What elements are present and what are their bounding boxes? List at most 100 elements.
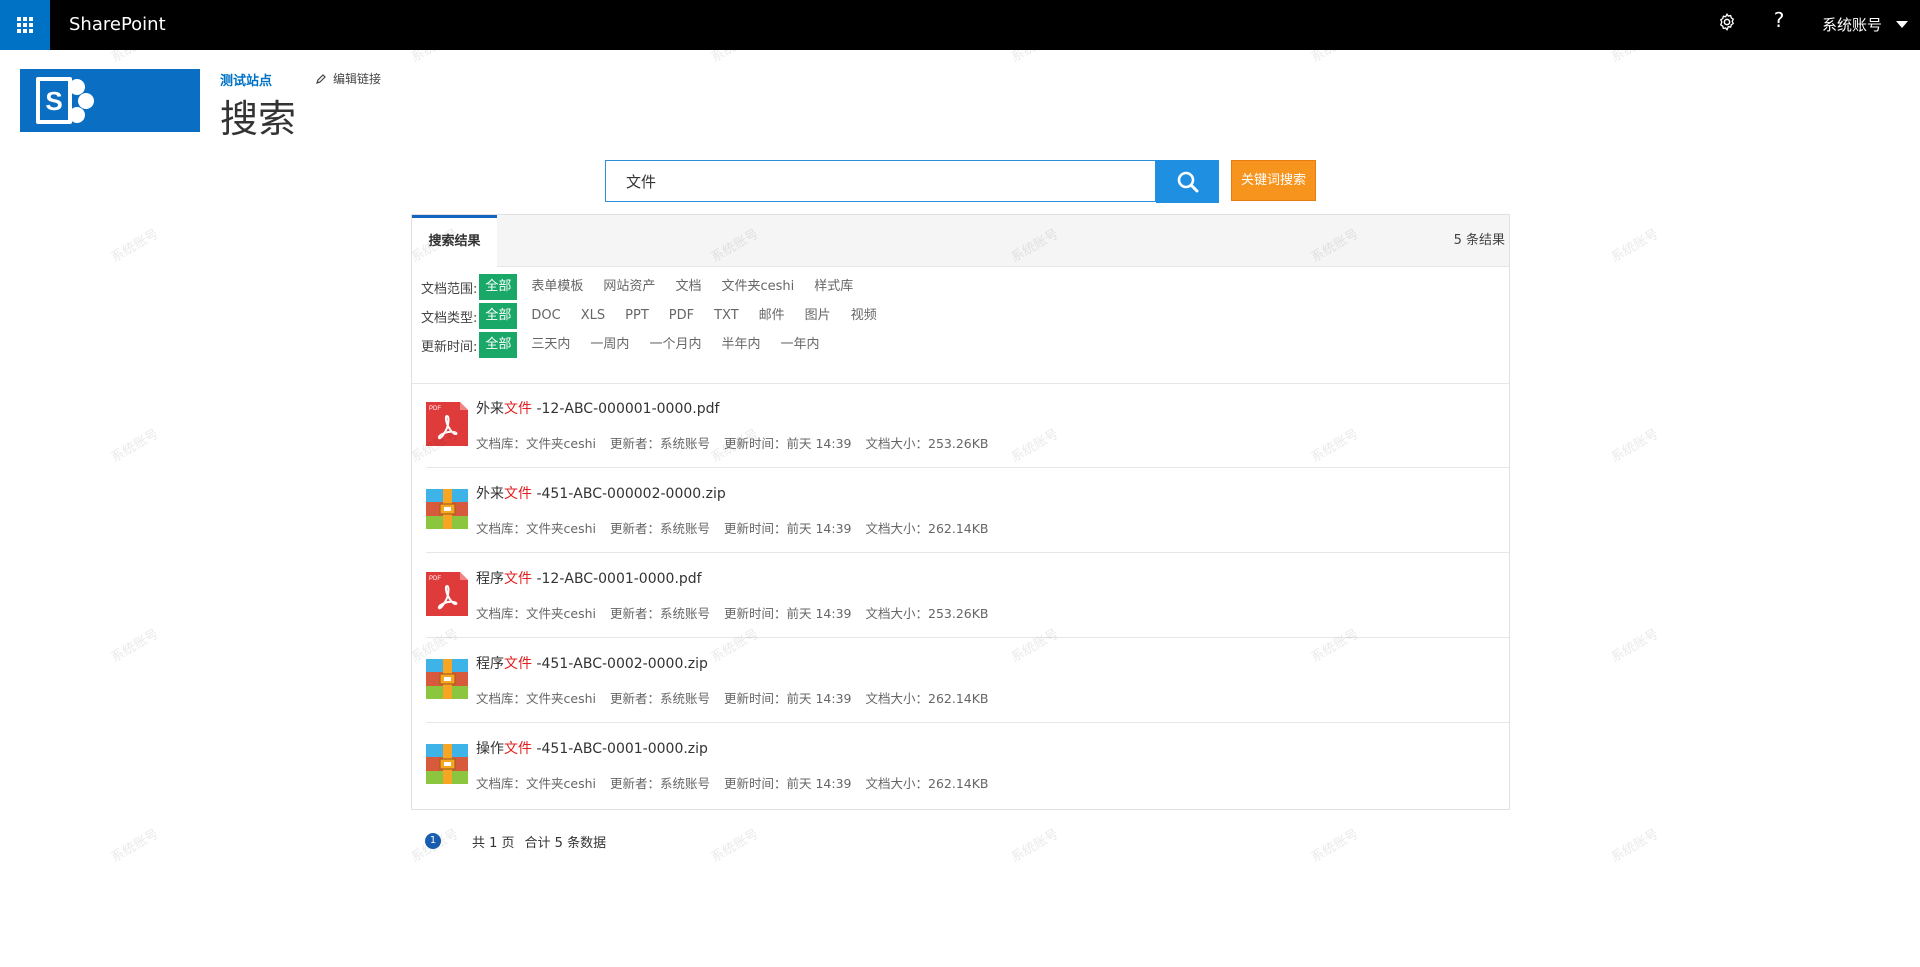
meta-updater: 更新者：系统账号 [609,521,710,536]
filter-option[interactable]: 半年内 [715,332,766,358]
title-suffix: -451-ABC-000002-0000.zip [532,486,726,502]
site-logo[interactable]: S [20,69,200,132]
watermark: 系统账号 [1608,426,1662,466]
filter-option[interactable]: 一个月内 [643,332,707,358]
pdf-icon: PDF [426,572,468,616]
pagination: 1 共 1 页 合计 5 条数据 [425,831,616,851]
meta-updater: 更新者：系统账号 [609,606,710,621]
sharepoint-logo-icon: S [36,77,94,124]
title-highlight: 文件 [504,486,532,502]
filter-option[interactable]: DOC [525,303,566,329]
svg-text:PDF: PDF [429,576,441,582]
filter-option[interactable]: PDF [663,303,700,329]
settings-button[interactable] [1717,12,1741,36]
result-item: 外来文件 -451-ABC-000002-0000.zip 文档库：文件夹cesh… [426,469,1509,553]
filter-label: 文档范围: [421,281,478,297]
result-item: PDF 程序文件 -12-ABC-0001-0000.pdf 文档库：文件夹cesh… [426,554,1509,638]
filter-option[interactable]: TXT [708,303,745,329]
filter-option[interactable]: PPT [619,303,655,329]
result-meta: 文档库：文件夹ceshi 更新者：系统账号 更新时间：前天 14:39 文档大小：26… [476,773,1003,792]
pdf-icon: PDF [426,402,468,446]
title-highlight: 文件 [504,571,532,587]
result-meta: 文档库：文件夹ceshi 更新者：系统账号 更新时间：前天 14:39 文档大小：26… [476,518,1003,537]
search-button[interactable] [1156,160,1219,203]
page-title: 搜索 [220,97,297,141]
result-title-link[interactable]: 外来文件 -451-ABC-000002-0000.zip [476,483,726,503]
edit-links-button[interactable]: 编辑链接 [315,70,381,87]
watermark: 系统账号 [708,826,762,866]
edit-links-label: 编辑链接 [333,72,382,86]
filter-option[interactable]: 表单模板 [525,274,589,300]
title-highlight: 文件 [504,741,532,757]
meta-updated: 更新时间：前天 14:39 [724,436,852,451]
result-title-link[interactable]: 操作文件 -451-ABC-0001-0000.zip [476,738,708,758]
zip-archive-icon [426,489,468,529]
filter-option[interactable]: 邮件 [753,303,791,329]
filter-option[interactable]: 全部 [479,332,518,358]
filter-option[interactable]: 全部 [479,303,518,329]
svg-text:PDF: PDF [429,406,441,412]
meta-updater: 更新者：系统账号 [609,776,710,791]
filter-option[interactable]: 全部 [479,274,518,300]
chevron-down-icon[interactable] [1896,21,1908,28]
site-name-link[interactable]: 测试站点 [220,70,272,89]
filter-option[interactable]: 图片 [799,303,837,329]
title-prefix: 操作 [476,741,504,757]
page-number-button[interactable]: 1 [425,833,441,849]
filter-option[interactable]: 文档 [669,274,707,300]
filter-option[interactable]: XLS [575,303,611,329]
watermark: 系统账号 [1608,226,1662,266]
zip-archive-icon [426,744,468,784]
filter-option[interactable]: 一年内 [774,332,825,358]
meta-updated: 更新时间：前天 14:39 [724,606,852,621]
meta-size: 文档大小：253.26KB [865,606,989,621]
filter-label: 文档类型: [421,310,478,326]
meta-size: 文档大小：262.14KB [865,776,989,791]
watermark: 系统账号 [1608,626,1662,666]
search-input[interactable] [606,161,1155,201]
meta-size: 文档大小：262.14KB [865,691,989,706]
result-item: 程序文件 -451-ABC-0002-0000.zip 文档库：文件夹ceshi 更… [426,639,1509,723]
watermark: 系统账号 [108,226,162,266]
result-title-link[interactable]: 程序文件 -12-ABC-0001-0000.pdf [476,568,702,588]
account-menu[interactable]: 系统账号 [1822,0,1882,50]
app-name-link[interactable]: SharePoint [69,0,166,50]
result-title-link[interactable]: 外来文件 -12-ABC-000001-0000.pdf [476,398,719,418]
help-button[interactable]: ? [1769,8,1789,38]
zip-archive-icon [426,659,468,699]
filter-option[interactable]: 一周内 [584,332,635,358]
result-meta: 文档库：文件夹ceshi 更新者：系统账号 更新时间：前天 14:39 文档大小：25… [476,433,1003,452]
filter-option[interactable]: 网站资产 [597,274,661,300]
filter-row: 文档类型: 全部 DOC XLS PPT PDF TXT 邮件 图片 视频 [421,303,891,329]
keyword-search-button[interactable]: 关键词搜索 [1231,160,1316,201]
app-launcher-button[interactable] [0,0,50,50]
results-panel: 搜索结果 5 条结果 文档范围: 全部 表单模板 网站资产 文档 文件夹ceshi 样式库文… [411,214,1510,810]
meta-size: 文档大小：253.26KB [865,436,989,451]
result-meta: 文档库：文件夹ceshi 更新者：系统账号 更新时间：前天 14:39 文档大小：25… [476,603,1003,622]
filter-option[interactable]: 三天内 [525,332,576,358]
filter-option[interactable]: 视频 [845,303,883,329]
total-pages: 共 1 页 [472,835,515,851]
meta-library: 文档库：文件夹ceshi [476,521,596,536]
gear-icon [1720,13,1734,31]
meta-updated: 更新时间：前天 14:39 [724,776,852,791]
filter-label: 更新时间: [421,339,478,355]
meta-library: 文档库：文件夹ceshi [476,436,596,451]
tab-search-results[interactable]: 搜索结果 [412,215,497,267]
title-suffix: -451-ABC-0001-0000.zip [532,741,708,757]
result-title-link[interactable]: 程序文件 -451-ABC-0002-0000.zip [476,653,708,673]
search-icon [1177,171,1198,192]
result-count: 5 条结果 [1453,233,1505,248]
result-meta: 文档库：文件夹ceshi 更新者：系统账号 更新时间：前天 14:39 文档大小：26… [476,688,1003,707]
pencil-icon [316,73,326,84]
filter-option[interactable]: 文件夹ceshi [715,274,800,300]
meta-library: 文档库：文件夹ceshi [476,606,596,621]
filter-option[interactable]: 样式库 [808,274,859,300]
watermark: 系统账号 [1008,826,1062,866]
title-suffix: -451-ABC-0002-0000.zip [532,656,708,672]
title-prefix: 外来 [476,401,504,417]
title-highlight: 文件 [504,401,532,417]
watermark: 系统账号 [108,426,162,466]
filter-row: 文档范围: 全部 表单模板 网站资产 文档 文件夹ceshi 样式库 [421,274,867,300]
title-prefix: 外来 [476,486,504,502]
